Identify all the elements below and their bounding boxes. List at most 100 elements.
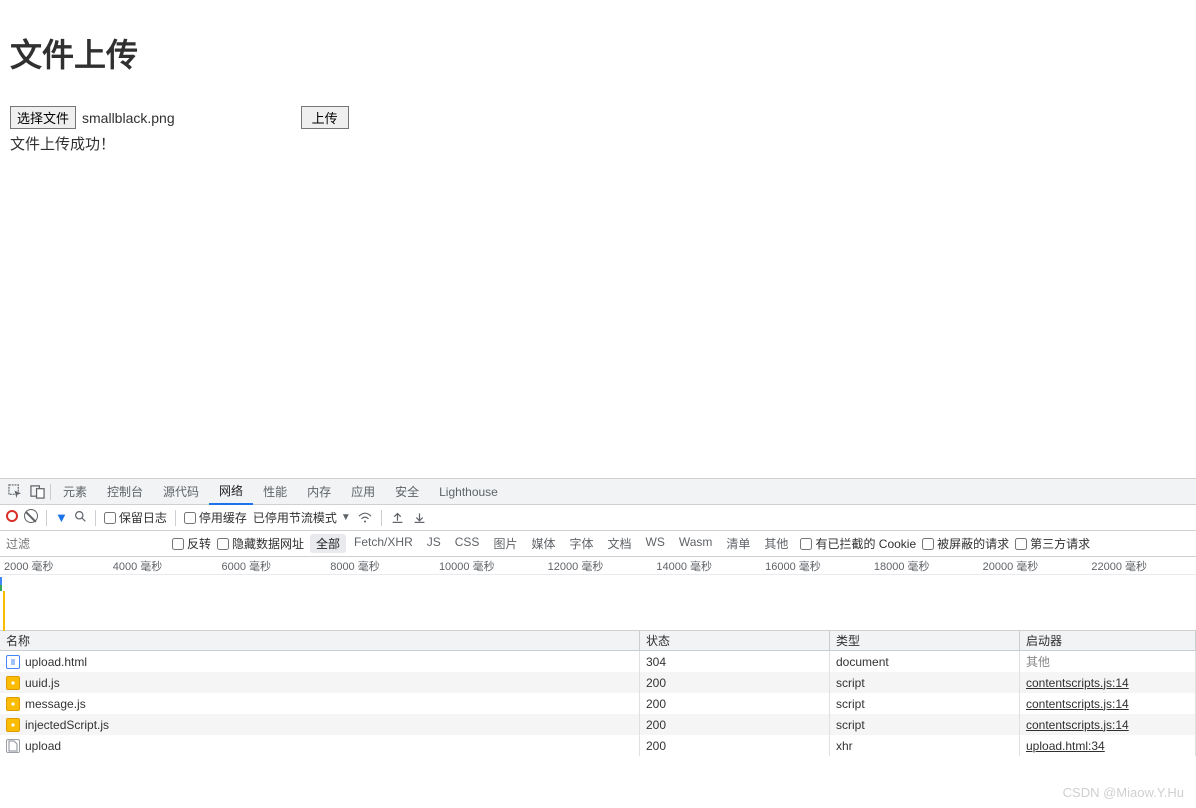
filter-chip-清单[interactable]: 清单: [720, 534, 756, 553]
record-icon[interactable]: [6, 510, 18, 525]
filter-chip-Wasm[interactable]: Wasm: [673, 534, 719, 553]
request-type: script: [830, 672, 1020, 693]
devtools-tabbar: 元素控制台源代码网络性能内存应用安全Lighthouse: [0, 479, 1196, 505]
filter-input[interactable]: [6, 537, 166, 551]
hide-data-urls-checkbox[interactable]: 隐藏数据网址: [217, 535, 304, 552]
device-toggle-icon[interactable]: [26, 481, 48, 503]
timeline-tick: 16000 毫秒: [761, 558, 870, 574]
js-icon: [6, 718, 20, 732]
upload-row: 选择文件 smallblack.png 上传: [10, 106, 1186, 129]
col-status[interactable]: 状态: [640, 631, 830, 650]
filter-chip-文档[interactable]: 文档: [601, 534, 637, 553]
request-initiator: contentscripts.js:14: [1020, 714, 1196, 735]
filter-chip-字体[interactable]: 字体: [563, 534, 599, 553]
col-type[interactable]: 类型: [830, 631, 1020, 650]
request-name: uuid.js: [25, 676, 60, 690]
filter-chip-其他[interactable]: 其他: [758, 534, 794, 553]
hide-data-urls-label: 隐藏数据网址: [232, 535, 304, 552]
timeline-tick: 4000 毫秒: [109, 558, 218, 574]
timeline-tick: 2000 毫秒: [0, 558, 109, 574]
separator: [46, 510, 47, 526]
throttling-dropdown[interactable]: 已停用节流模式 ▼: [253, 509, 351, 526]
import-icon[interactable]: [390, 511, 406, 524]
tab-源代码[interactable]: 源代码: [153, 479, 209, 505]
export-icon[interactable]: [412, 511, 428, 524]
timeline-tick: 10000 毫秒: [435, 558, 544, 574]
col-name[interactable]: 名称: [0, 631, 640, 650]
timeline-overview[interactable]: 2000 毫秒4000 毫秒6000 毫秒8000 毫秒10000 毫秒1200…: [0, 557, 1196, 631]
chosen-filename: smallblack.png: [82, 110, 175, 126]
throttling-label: 已停用节流模式: [253, 509, 337, 526]
table-row[interactable]: message.js200scriptcontentscripts.js:14: [0, 693, 1196, 714]
table-row[interactable]: upload.html304document其他: [0, 651, 1196, 672]
tab-元素[interactable]: 元素: [53, 479, 97, 505]
request-initiator: upload.html:34: [1020, 735, 1196, 756]
request-initiator: contentscripts.js:14: [1020, 672, 1196, 693]
table-row[interactable]: uuid.js 200scriptcontentscripts.js:14: [0, 672, 1196, 693]
filter-chip-媒体[interactable]: 媒体: [525, 534, 561, 553]
filter-chip-Fetch/XHR[interactable]: Fetch/XHR: [348, 534, 419, 553]
request-initiator: 其他: [1020, 651, 1196, 672]
filter-chip-WS[interactable]: WS: [640, 534, 671, 553]
request-status: 200: [640, 693, 830, 714]
clear-icon[interactable]: [24, 509, 38, 526]
filter-chip-CSS[interactable]: CSS: [449, 534, 486, 553]
request-status: 200: [640, 672, 830, 693]
tab-性能[interactable]: 性能: [253, 479, 297, 505]
col-initiator[interactable]: 启动器: [1020, 631, 1196, 650]
devtools-panel: 元素控制台源代码网络性能内存应用安全Lighthouse ▼ 保留日志 停用缓存…: [0, 478, 1196, 808]
tab-控制台[interactable]: 控制台: [97, 479, 153, 505]
choose-file-button[interactable]: 选择文件: [10, 106, 76, 129]
tab-Lighthouse[interactable]: Lighthouse: [429, 479, 508, 505]
doc-icon: [6, 655, 20, 669]
success-message: 文件上传成功！: [10, 133, 1186, 154]
request-name: upload.html: [25, 655, 87, 669]
third-party-checkbox[interactable]: 第三方请求: [1015, 535, 1090, 552]
preserve-log-label: 保留日志: [119, 509, 167, 526]
request-status: 200: [640, 714, 830, 735]
page-title: 文件上传: [10, 30, 1186, 76]
third-party-label: 第三方请求: [1030, 535, 1090, 552]
timeline-tick: 14000 毫秒: [652, 558, 761, 574]
tab-安全[interactable]: 安全: [385, 479, 429, 505]
blocked-requests-checkbox[interactable]: 被屏蔽的请求: [922, 535, 1009, 552]
file-icon: [6, 739, 20, 753]
inspect-icon[interactable]: [4, 481, 26, 503]
search-icon[interactable]: [74, 510, 87, 526]
request-type: script: [830, 693, 1020, 714]
tab-内存[interactable]: 内存: [297, 479, 341, 505]
preserve-log-checkbox[interactable]: 保留日志: [104, 509, 167, 526]
timeline-marker: [0, 577, 6, 629]
filter-toggle-icon[interactable]: ▼: [55, 510, 68, 525]
page-content: 文件上传 选择文件 smallblack.png 上传 文件上传成功！: [0, 0, 1196, 478]
js-icon: [6, 676, 20, 690]
js-icon: [6, 697, 20, 711]
request-name: injectedScript.js: [25, 718, 109, 732]
timeline-tick: 22000 毫秒: [1087, 558, 1196, 574]
request-type: document: [830, 651, 1020, 672]
timeline-tick: 8000 毫秒: [326, 558, 435, 574]
table-row[interactable]: upload200xhrupload.html:34: [0, 735, 1196, 756]
separator: [95, 510, 96, 526]
disable-cache-label: 停用缓存: [199, 509, 247, 526]
filter-chip-图片[interactable]: 图片: [487, 534, 523, 553]
tab-应用[interactable]: 应用: [341, 479, 385, 505]
table-row[interactable]: injectedScript.js 200scriptcontentscripts…: [0, 714, 1196, 735]
disable-cache-checkbox[interactable]: 停用缓存: [184, 509, 247, 526]
timeline-tick: 12000 毫秒: [544, 558, 653, 574]
network-table-body: upload.html304document其他 uuid.js 200script…: [0, 651, 1196, 756]
filter-chip-全部[interactable]: 全部: [310, 534, 346, 553]
invert-checkbox[interactable]: 反转: [172, 535, 211, 552]
blocked-requests-label: 被屏蔽的请求: [937, 535, 1009, 552]
tab-网络[interactable]: 网络: [209, 479, 253, 505]
blocked-cookies-checkbox[interactable]: 有已拦截的 Cookie: [800, 535, 916, 552]
request-type: script: [830, 714, 1020, 735]
upload-button[interactable]: 上传: [301, 106, 349, 129]
watermark: CSDN @Miaow.Y.Hu: [1063, 785, 1184, 800]
network-conditions-icon[interactable]: [357, 511, 373, 525]
separator: [50, 484, 51, 500]
chevron-down-icon: ▼: [341, 512, 351, 523]
network-toolbar: ▼ 保留日志 停用缓存 已停用节流模式 ▼: [0, 505, 1196, 531]
filter-chip-JS[interactable]: JS: [421, 534, 447, 553]
network-table-header: 名称 状态 类型 启动器: [0, 631, 1196, 651]
